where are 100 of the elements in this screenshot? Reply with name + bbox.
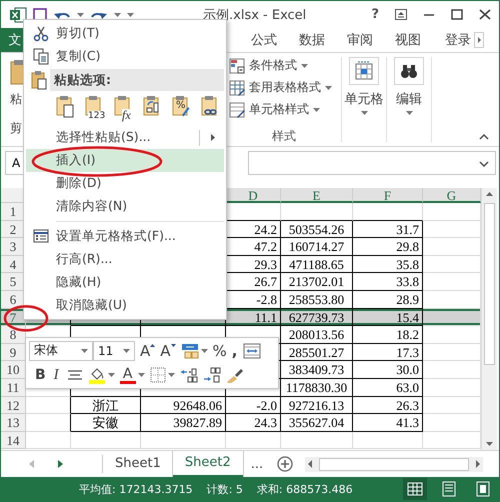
- table-icon[interactable]: [354, 61, 374, 81]
- paste-formulas-button[interactable]: fx: [114, 95, 136, 121]
- table-cell[interactable]: 627739.73: [281, 308, 353, 326]
- table-cell[interactable]: 39827.89: [141, 414, 226, 432]
- increase-decimal-icon[interactable]: [202, 367, 221, 384]
- help-button[interactable]: ?: [371, 7, 379, 22]
- decrease-font-button[interactable]: A: [160, 342, 176, 360]
- align-center-icon[interactable]: [66, 368, 83, 382]
- table-cell[interactable]: 927216.13: [281, 396, 353, 414]
- caret-icon[interactable]: [360, 111, 368, 115]
- table-cell[interactable]: [26, 396, 71, 414]
- table-cell[interactable]: 浙江: [71, 396, 141, 414]
- table-cell[interactable]: 30.0: [353, 361, 423, 379]
- menu-item[interactable]: 取消隐藏(U): [26, 294, 224, 317]
- table-cell[interactable]: 160714.27: [281, 238, 353, 256]
- sheet-tab[interactable]: Sheet1: [103, 452, 173, 476]
- table-cell[interactable]: 24.3: [226, 414, 281, 432]
- wrap-text-icon[interactable]: [242, 342, 260, 359]
- table-cell[interactable]: 1178830.30: [281, 378, 353, 397]
- table-cell[interactable]: -2.0: [226, 396, 281, 414]
- menu-item[interactable]: 剪切(T): [26, 22, 224, 45]
- caret-icon[interactable]: [200, 348, 208, 353]
- caret-icon[interactable]: [168, 373, 175, 378]
- menu-item[interactable]: 设置单元格格式(F)...: [26, 225, 224, 248]
- maximize-icon[interactable]: [451, 9, 463, 20]
- ribbon-button[interactable]: 套用表格格式: [249, 79, 321, 96]
- menu-item[interactable]: 删除(D): [26, 172, 224, 195]
- row-header[interactable]: 14: [1, 432, 26, 450]
- paste-values-button[interactable]: 123: [85, 95, 107, 121]
- table-cell[interactable]: 17.3: [353, 344, 423, 362]
- ribbon-tab[interactable]: 视图: [395, 31, 421, 49]
- caret-icon[interactable]: [301, 64, 308, 68]
- vertical-scrollbar[interactable]: [481, 188, 497, 450]
- font-size-dropdown[interactable]: 11: [93, 340, 135, 361]
- table-cell[interactable]: 471188.65: [281, 256, 353, 274]
- cell-style-icon[interactable]: [229, 102, 245, 118]
- ribbon-button[interactable]: 条件格式: [249, 57, 297, 74]
- font-color-button[interactable]: A: [120, 366, 136, 384]
- ribbon-tab[interactable]: 公式: [251, 31, 277, 49]
- column-header[interactable]: F: [353, 188, 423, 203]
- column-header[interactable]: D: [226, 188, 281, 203]
- column-header[interactable]: E: [281, 188, 353, 203]
- menu-item[interactable]: 插入(I): [26, 149, 224, 172]
- row-header[interactable]: 12: [1, 396, 26, 414]
- menu-item[interactable]: 清除内容(N): [26, 195, 224, 218]
- comma-button[interactable]: ,: [232, 344, 238, 358]
- percent-button[interactable]: %: [212, 342, 227, 360]
- borders-icon[interactable]: [150, 367, 166, 384]
- formula-input[interactable]: [248, 151, 496, 175]
- ribbon-button[interactable]: 单元格样式: [249, 101, 309, 118]
- font-dropdown[interactable]: 宋体: [29, 340, 93, 361]
- caret-icon[interactable]: [77, 12, 84, 16]
- table-cell[interactable]: 208013.56: [281, 326, 353, 344]
- ribbon-tab[interactable]: 审阅: [347, 31, 373, 49]
- row-header[interactable]: 11: [1, 378, 26, 397]
- table-cell[interactable]: 285501.27: [281, 344, 353, 362]
- paste-formatting-button[interactable]: %: [172, 95, 194, 121]
- sign-in-link[interactable]: 登录: [445, 31, 471, 49]
- expand-icon[interactable]: [479, 161, 489, 167]
- table-cell[interactable]: 213702.01: [281, 273, 353, 291]
- table-cell[interactable]: 11.1: [226, 308, 281, 326]
- table-format-icon[interactable]: [229, 80, 245, 96]
- excel-logo-icon[interactable]: [9, 6, 27, 22]
- ribbon-display-icon[interactable]: [395, 9, 407, 20]
- row-header[interactable]: 13: [1, 414, 26, 432]
- row-header[interactable]: 10: [1, 361, 26, 379]
- paste-button[interactable]: 粘: [10, 91, 22, 108]
- number-format-icon[interactable]: [180, 342, 199, 359]
- caret-icon[interactable]: [108, 373, 115, 378]
- conditional-format-icon[interactable]: [229, 58, 245, 74]
- table-cell[interactable]: 35.8: [353, 256, 423, 274]
- collapse-ribbon-icon[interactable]: [479, 134, 489, 140]
- table-cell[interactable]: 355627.04: [281, 414, 353, 432]
- horizontal-scrollbar[interactable]: [305, 456, 484, 472]
- close-icon[interactable]: [479, 9, 491, 20]
- menu-item[interactable]: 行高(R)...: [26, 248, 224, 271]
- caret-icon[interactable]: [138, 373, 145, 378]
- table-cell[interactable]: 63.0: [353, 378, 423, 397]
- bold-button[interactable]: B: [35, 366, 46, 384]
- menu-item[interactable]: 选择性粘贴(S)...: [26, 126, 224, 149]
- scroll-right-icon[interactable]: [474, 32, 484, 48]
- table-cell[interactable]: 31.7: [353, 220, 423, 238]
- more-sheets-button[interactable]: ...: [250, 456, 264, 472]
- caret-icon[interactable]: [123, 348, 130, 353]
- decrease-decimal-icon[interactable]: [180, 367, 198, 384]
- paintbrush-icon[interactable]: [226, 367, 244, 384]
- caret-icon[interactable]: [406, 111, 412, 115]
- table-cell[interactable]: 安徽: [71, 414, 141, 432]
- row-header[interactable]: 9: [1, 344, 26, 362]
- table-cell[interactable]: 18.2: [353, 326, 423, 344]
- table-cell[interactable]: 383409.73: [281, 361, 353, 379]
- cells-button[interactable]: 单元格: [344, 90, 384, 108]
- ribbon-tab[interactable]: 数据: [299, 31, 325, 49]
- caret-icon[interactable]: [81, 348, 88, 353]
- column-header[interactable]: G: [423, 188, 481, 203]
- italic-button[interactable]: I: [50, 366, 62, 384]
- editing-button[interactable]: 编辑: [396, 90, 422, 108]
- table-cell[interactable]: 29.8: [353, 238, 423, 256]
- table-cell[interactable]: 503554.26: [281, 220, 353, 238]
- add-sheet-icon[interactable]: [277, 456, 294, 472]
